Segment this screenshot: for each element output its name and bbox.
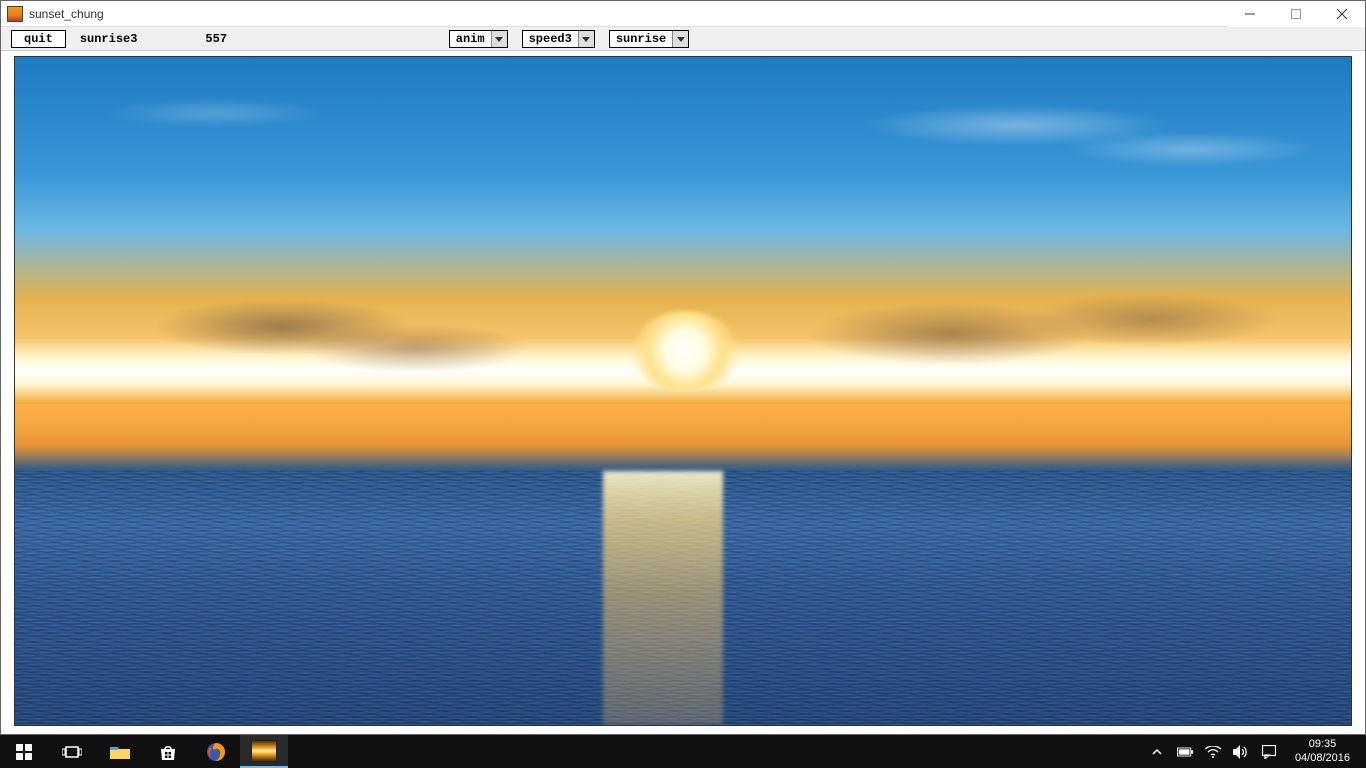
app-window: sunset_chung quit sunrise3 557 anim spee…: [0, 0, 1366, 735]
sunset-app-icon: [251, 740, 277, 762]
anim-dropdown-label: anim: [450, 32, 491, 46]
system-tray: 09:35 04/08/2016: [1149, 738, 1366, 764]
firefox-button[interactable]: [192, 735, 240, 768]
window-title: sunset_chung: [29, 7, 104, 21]
taskbar: 09:35 04/08/2016: [0, 735, 1366, 768]
file-explorer-button[interactable]: [96, 735, 144, 768]
app-icon: [7, 6, 23, 22]
anim-dropdown[interactable]: anim: [449, 30, 508, 48]
start-button[interactable]: [0, 735, 48, 768]
titlebar[interactable]: sunset_chung: [1, 1, 1365, 27]
maximize-button[interactable]: [1273, 1, 1319, 27]
clock[interactable]: 09:35 04/08/2016: [1289, 738, 1356, 764]
store-button[interactable]: [144, 735, 192, 768]
sun: [630, 311, 740, 391]
taskview-button[interactable]: [48, 735, 96, 768]
horizon-glow: [15, 404, 1351, 464]
clock-date: 04/08/2016: [1295, 752, 1350, 765]
counter-label: 557: [199, 32, 233, 46]
minimize-button[interactable]: [1227, 1, 1273, 27]
window-controls: [1227, 1, 1365, 27]
mode-label: sunrise3: [74, 32, 144, 46]
wifi-icon[interactable]: [1205, 744, 1221, 760]
sun-reflection: [603, 471, 723, 725]
chevron-down-icon: [578, 31, 594, 47]
toolbar: quit sunrise3 557 anim speed3 sunrise: [1, 27, 1365, 51]
scene-dropdown-label: sunrise: [610, 32, 672, 46]
dropdown-group: anim speed3 sunrise: [449, 30, 689, 48]
notifications-icon[interactable]: [1261, 744, 1277, 760]
clock-time: 09:35: [1295, 738, 1350, 751]
tray-chevron-icon[interactable]: [1149, 744, 1165, 760]
speed-dropdown-label: speed3: [523, 32, 578, 46]
volume-icon[interactable]: [1233, 744, 1249, 760]
chevron-down-icon: [491, 31, 507, 47]
sunset-app-button[interactable]: [240, 735, 288, 768]
speed-dropdown[interactable]: speed3: [522, 30, 595, 48]
render-viewport: [14, 56, 1352, 726]
scene-dropdown[interactable]: sunrise: [609, 30, 689, 48]
clouds-upper: [15, 77, 1351, 197]
chevron-down-icon: [672, 31, 688, 47]
close-button[interactable]: [1319, 1, 1365, 27]
quit-button[interactable]: quit: [11, 30, 66, 48]
battery-icon[interactable]: [1177, 744, 1193, 760]
